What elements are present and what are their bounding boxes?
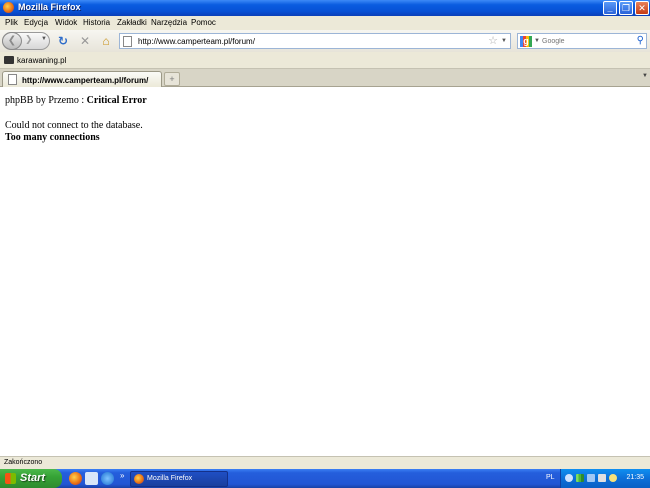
menu-item-zakladki[interactable]: Zakładki bbox=[117, 18, 147, 27]
url-text[interactable]: http://www.camperteam.pl/forum/ bbox=[138, 37, 255, 46]
quicklaunch-desktop-icon[interactable] bbox=[85, 472, 98, 485]
search-engine-dropdown-icon[interactable]: ▼ bbox=[534, 38, 540, 44]
minimize-button[interactable]: _ bbox=[603, 1, 617, 15]
title-bar[interactable]: Mozilla Firefox _ ❐ ✕ bbox=[0, 0, 650, 16]
menu-item-narzedzia[interactable]: Narzędzia bbox=[151, 18, 187, 27]
google-engine-icon[interactable]: g bbox=[520, 36, 532, 47]
taskbar-button-firefox[interactable]: Mozilla Firefox bbox=[130, 471, 228, 487]
reload-button[interactable]: ↻ bbox=[56, 34, 70, 48]
menu-item-pomoc[interactable]: Pomoc bbox=[191, 18, 216, 27]
menu-bar: Plik Edycja Widok Historia Zakładki Narz… bbox=[0, 16, 650, 30]
navigation-toolbar: ❮ ❯ ▼ ↻ ✕ ⌂ http://www.camperteam.pl/for… bbox=[0, 30, 650, 52]
tray-help-icon[interactable] bbox=[565, 474, 573, 482]
new-tab-button[interactable]: + bbox=[164, 72, 180, 86]
stop-button[interactable]: ✕ bbox=[78, 34, 92, 48]
start-label: Start bbox=[20, 472, 46, 484]
back-button[interactable]: ❮ bbox=[2, 32, 22, 50]
search-bar[interactable]: g ▼ ⚲ bbox=[517, 33, 647, 49]
bookmark-star-icon[interactable]: ☆ bbox=[488, 34, 498, 47]
status-text: Zakończono bbox=[4, 459, 43, 466]
url-bar[interactable]: http://www.camperteam.pl/forum/ ☆ ▼ bbox=[119, 33, 511, 49]
maximize-button[interactable]: ❐ bbox=[619, 1, 633, 15]
menu-item-plik[interactable]: Plik bbox=[5, 18, 18, 27]
history-dropdown-icon[interactable]: ▼ bbox=[41, 36, 47, 42]
tray-signal-icon[interactable] bbox=[576, 474, 584, 482]
forward-button[interactable]: ❯ bbox=[25, 34, 33, 45]
back-forward-group: ❮ ❯ ▼ bbox=[2, 32, 50, 50]
home-button[interactable]: ⌂ bbox=[99, 34, 113, 48]
menu-item-edycja[interactable]: Edycja bbox=[24, 18, 48, 27]
page-content: phpBB by Przemo : Critical Error Could n… bbox=[0, 87, 650, 456]
search-icon[interactable]: ⚲ bbox=[637, 35, 644, 46]
window-title: Mozilla Firefox bbox=[18, 2, 81, 12]
quicklaunch-firefox-icon[interactable] bbox=[69, 472, 82, 485]
status-bar: Zakończono bbox=[0, 456, 650, 469]
firefox-taskbar-icon bbox=[134, 474, 144, 484]
page-icon bbox=[123, 36, 132, 47]
clock[interactable]: 21:35 bbox=[626, 474, 644, 481]
quicklaunch-more-icon[interactable]: » bbox=[120, 471, 124, 480]
tab-strip: http://www.camperteam.pl/forum/ + ▼ bbox=[0, 69, 650, 87]
system-tray: 21:35 bbox=[560, 469, 650, 488]
taskbar: Start » Mozilla Firefox PL 21:35 bbox=[0, 469, 650, 488]
menu-item-historia[interactable]: Historia bbox=[83, 18, 110, 27]
bookmark-item-karawaning[interactable]: karawaning.pl bbox=[17, 56, 66, 65]
tab-label: http://www.camperteam.pl/forum/ bbox=[22, 76, 149, 85]
tab-list-dropdown-icon[interactable]: ▼ bbox=[642, 73, 648, 79]
menu-item-widok[interactable]: Widok bbox=[55, 18, 77, 27]
search-input[interactable] bbox=[542, 35, 632, 47]
language-indicator[interactable]: PL bbox=[546, 474, 555, 481]
error-detail: Too many connections bbox=[5, 132, 100, 143]
windows-logo-icon bbox=[5, 473, 16, 484]
error-header: phpBB by Przemo : Critical Error bbox=[5, 95, 147, 106]
taskbar-button-label: Mozilla Firefox bbox=[147, 475, 193, 482]
quicklaunch-ie-icon[interactable] bbox=[101, 472, 114, 485]
tray-security-icon[interactable] bbox=[609, 474, 617, 482]
error-source: phpBB by Przemo : bbox=[5, 95, 87, 106]
tray-network-icon[interactable] bbox=[587, 474, 595, 482]
url-dropdown-icon[interactable]: ▼ bbox=[501, 38, 507, 44]
tab-page-icon bbox=[8, 74, 17, 85]
tray-volume-icon[interactable] bbox=[598, 474, 606, 482]
tab-camperteam-forum[interactable]: http://www.camperteam.pl/forum/ bbox=[2, 71, 162, 87]
error-message: Could not connect to the database. bbox=[5, 120, 143, 131]
bookmarks-toolbar: karawaning.pl bbox=[0, 52, 650, 69]
error-title: Critical Error bbox=[86, 95, 147, 106]
close-button[interactable]: ✕ bbox=[635, 1, 649, 15]
firefox-logo-icon bbox=[3, 2, 14, 13]
bookmark-favicon-icon bbox=[4, 56, 14, 64]
start-button[interactable]: Start bbox=[0, 469, 62, 488]
